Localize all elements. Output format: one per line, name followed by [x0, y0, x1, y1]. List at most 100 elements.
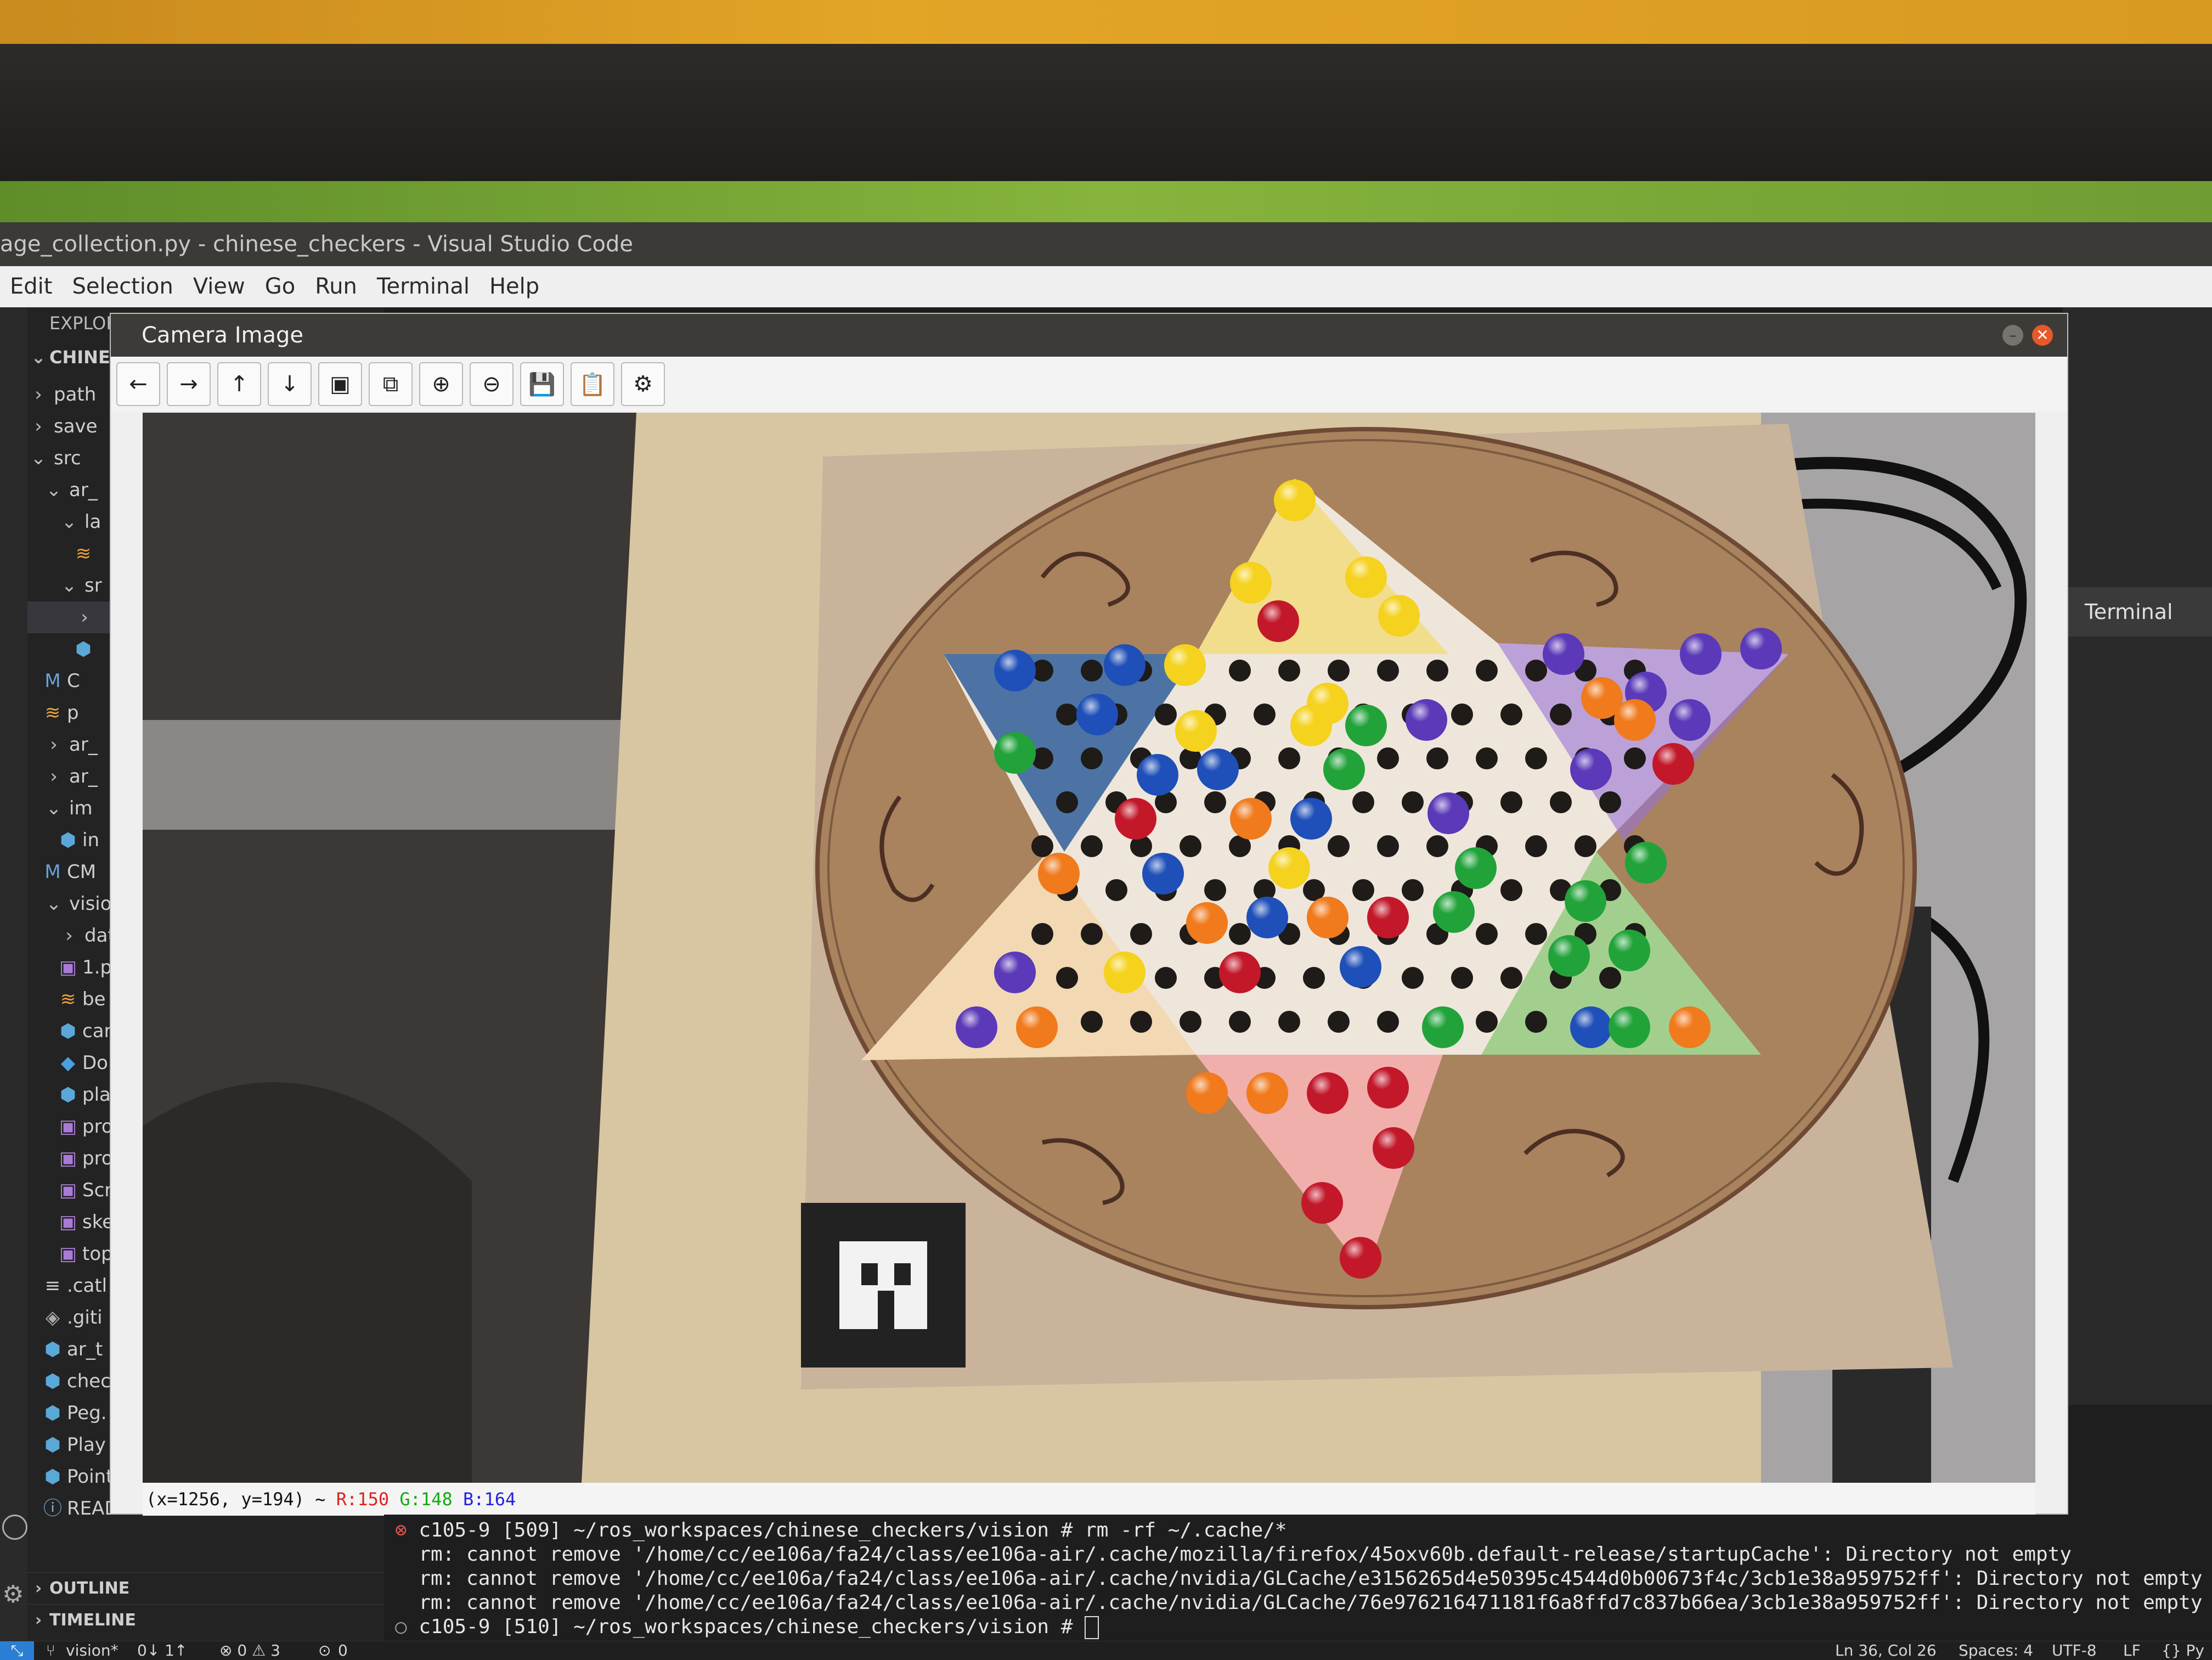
python-file-icon: ⬢ [44, 1370, 61, 1392]
marble-purple [1740, 628, 1782, 669]
menu-go[interactable]: Go [255, 266, 305, 307]
zoom-out-icon[interactable]: ⊖ [470, 362, 514, 406]
explorer-row[interactable]: ⬢ in [27, 824, 99, 856]
explorer-row[interactable]: ◆ Do [27, 1047, 108, 1079]
explorer-row[interactable]: ≋ p [27, 697, 79, 729]
branch-name[interactable]: vision* [66, 1641, 119, 1660]
board-hole [1180, 1011, 1201, 1033]
explorer-row[interactable]: › save [27, 410, 98, 442]
timeline-label: TIMELINE [49, 1611, 136, 1630]
settings-gear-icon[interactable]: ⚙ [2, 1580, 24, 1608]
explorer-root[interactable]: ⌄ CHINES [27, 347, 123, 368]
explorer-row[interactable]: ⬢ Peg. [27, 1397, 106, 1429]
explorer-row[interactable]: › path [27, 379, 96, 410]
explorer-row[interactable]: ⌄ ar_ [27, 474, 98, 506]
save-icon[interactable]: 💾 [520, 362, 564, 406]
explorer-row[interactable]: › ar_ [27, 761, 98, 792]
explorer-row[interactable]: MC [27, 665, 80, 697]
ports-count[interactable]: 0 [338, 1641, 348, 1660]
zoom-in-icon[interactable]: ⊕ [419, 362, 463, 406]
explorer-row-label: visio [69, 893, 112, 915]
explorer-row[interactable]: ▣ 1.p [27, 952, 112, 983]
chevron-down-icon: ⌄ [61, 575, 77, 597]
camera-image-view[interactable] [143, 413, 2035, 1483]
line-ending[interactable]: LF [2123, 1641, 2141, 1660]
original-size-icon[interactable]: ⧉ [369, 362, 413, 406]
explorer-row[interactable]: ◈ .giti [27, 1302, 103, 1333]
explorer-row[interactable]: ≡ .catl [27, 1270, 107, 1302]
chevron-right-icon: › [65, 925, 73, 947]
menu-edit[interactable]: Edit [0, 266, 62, 307]
explorer-row[interactable]: ⌄ la [27, 506, 101, 538]
explorer-row[interactable]: › dat [27, 920, 115, 952]
explorer-row[interactable]: › ar_ [27, 729, 98, 761]
timeline-section[interactable]: › TIMELINE [27, 1604, 384, 1636]
up-icon[interactable]: ↑ [217, 362, 261, 406]
terminal-line: rm: cannot remove '/home/cc/ee106a/fa24/… [395, 1591, 2202, 1614]
fit-image-icon[interactable]: ▣ [318, 362, 362, 406]
explorer-row[interactable]: ▣ top [27, 1238, 113, 1270]
menu-help[interactable]: Help [479, 266, 549, 307]
minimize-icon[interactable]: – [2002, 325, 2023, 346]
explorer-row[interactable]: ⌄ visio [27, 888, 112, 920]
menu-selection[interactable]: Selection [62, 266, 183, 307]
info-icon: ⓘ [43, 1498, 62, 1520]
explorer-row[interactable]: ⌄ src [27, 442, 81, 474]
explorer-row[interactable]: ⬢ chec [27, 1365, 111, 1397]
outline-section[interactable]: › OUTLINE [27, 1572, 384, 1605]
explorer-row[interactable]: ▣ ske [27, 1206, 114, 1238]
back-icon[interactable]: ← [116, 362, 160, 406]
close-icon[interactable]: ✕ [2032, 325, 2053, 346]
indentation[interactable]: Spaces: 4 [1959, 1641, 2033, 1660]
marble-orange [1016, 1006, 1058, 1048]
terminal-panel-tab[interactable]: Terminal [2063, 587, 2212, 637]
marble-yellow [1345, 556, 1387, 598]
explorer-row[interactable]: ⬢ ar_t [27, 1333, 103, 1365]
explorer-row[interactable]: ⌄ sr [27, 570, 102, 601]
sync-status[interactable]: 0↓ 1↑ [137, 1641, 187, 1660]
marble-purple [1680, 633, 1722, 675]
explorer-row-label: save [54, 415, 98, 437]
remote-indicator[interactable]: ⤡ [0, 1641, 34, 1660]
language-mode[interactable]: {} Py [2162, 1641, 2204, 1660]
camera-window-titlebar[interactable]: Camera Image – ✕ [111, 314, 2067, 357]
down-icon[interactable]: ↓ [268, 362, 312, 406]
account-icon[interactable] [2, 1515, 27, 1540]
explorer-row[interactable]: M CM [27, 856, 96, 888]
explorer-row[interactable]: ⬢ car [27, 1015, 112, 1047]
explorer-row[interactable]: ≋ [27, 538, 98, 570]
marble-purple [994, 952, 1036, 993]
explorer-row[interactable]: ⬢ pla [27, 1079, 111, 1111]
problems-count[interactable]: ⊗ 0 ⚠ 3 [219, 1641, 280, 1660]
clipboard-icon[interactable]: 📋 [571, 362, 614, 406]
terminal-panel[interactable]: ⊗ c105-9 [509] ~/ros_workspaces/chinese_… [384, 1515, 2212, 1641]
chevron-right-icon: › [50, 766, 58, 787]
explorer-row[interactable]: ⬢ Play [27, 1429, 106, 1461]
marble-orange [1669, 1006, 1711, 1048]
encoding[interactable]: UTF-8 [2052, 1641, 2097, 1660]
cursor-position[interactable]: Ln 36, Col 26 [1835, 1641, 1937, 1660]
board-hole [1476, 747, 1498, 769]
explorer-row-label: ske [82, 1211, 114, 1233]
command-marker-icon: ○ [395, 1616, 419, 1638]
settings-icon[interactable]: ⚙ [621, 362, 665, 406]
forward-icon[interactable]: → [167, 362, 211, 406]
explorer-row-label: car [82, 1020, 112, 1042]
menu-run[interactable]: Run [305, 266, 367, 307]
menu-terminal[interactable]: Terminal [367, 266, 479, 307]
board-hole [1525, 660, 1547, 682]
board-hole [1550, 791, 1572, 813]
docker-icon: ◆ [60, 1052, 76, 1074]
explorer-row[interactable]: ⬢ [27, 633, 98, 665]
board-hole [1155, 704, 1177, 725]
marble-blue [994, 650, 1036, 691]
menu-view[interactable]: View [183, 266, 255, 307]
explorer-row[interactable]: ≋ be [27, 983, 106, 1015]
explorer-row[interactable]: ⌄ im [27, 792, 93, 824]
marble-blue [1197, 749, 1239, 790]
explorer-row[interactable]: ▣ pro [27, 1143, 113, 1174]
board-hole [1278, 747, 1300, 769]
explorer-row[interactable]: ▣ pro [27, 1111, 113, 1143]
board-hole [1377, 660, 1399, 682]
explorer-row[interactable]: ▣ Scr [27, 1174, 112, 1206]
